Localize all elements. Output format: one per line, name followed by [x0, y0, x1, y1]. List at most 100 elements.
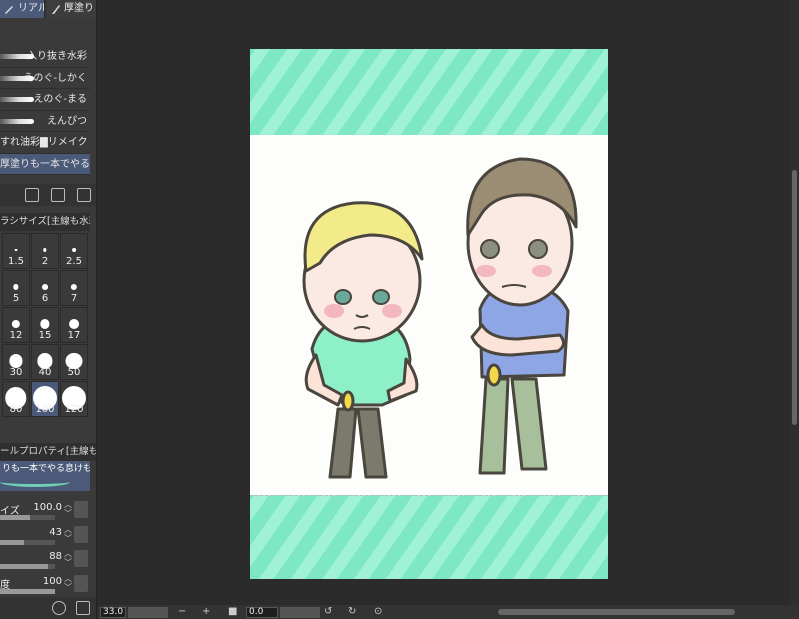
property-value[interactable]: 43 [49, 527, 62, 538]
brush-item[interactable]: 入り抜き水彩 [0, 46, 90, 68]
property-value[interactable]: 100.0 [33, 502, 62, 513]
fit-icon[interactable]: ■ [228, 605, 237, 619]
pressure-settings-button[interactable] [74, 501, 88, 518]
brush-size-label: 1.5 [8, 256, 24, 267]
brush-size-cell[interactable]: 50 [60, 344, 88, 380]
brush-size-label: 15 [38, 330, 52, 341]
wave-shape [0, 477, 70, 487]
artwork-canvas[interactable] [250, 49, 608, 579]
property-slider[interactable] [0, 539, 55, 545]
brush-size-label: 7 [70, 293, 78, 304]
property-slider[interactable] [0, 564, 55, 569]
property-row[interactable]: 88 ︿ ﹀ [0, 549, 90, 573]
brush-tab-bar: リアル 厚塗り [0, 0, 96, 18]
rotate-right-icon[interactable]: ↻ [348, 605, 356, 619]
brush-size-label: 6 [41, 293, 49, 304]
horizontal-scroll-thumb[interactable] [498, 609, 735, 615]
spinner-icon[interactable]: ︿ ﹀ [64, 525, 72, 543]
stroke-preview-box: りも一本でやる息けものプラ [0, 461, 90, 491]
brush-item[interactable]: えのぐ-しかく [0, 68, 90, 89]
trash-icon[interactable] [77, 188, 91, 202]
brush-panel: リアル 厚塗り 入り抜き水彩 えのぐ-しかく えのぐ-まる えんぴつ すれ油彩▇… [0, 0, 97, 619]
canvas-area[interactable] [98, 0, 790, 605]
brush-size-label: 120 [64, 404, 84, 415]
brush-item[interactable]: えんぴつ [0, 111, 90, 132]
reset-rotation-icon[interactable]: ⊙ [374, 605, 382, 619]
tab-label: リアル [18, 3, 44, 14]
zoom-slider[interactable] [128, 607, 168, 618]
brush-size-cell[interactable]: 15 [31, 307, 59, 343]
brush-size-cell[interactable]: 7 [60, 270, 88, 306]
brush-item-selected[interactable]: 厚塗りも一本でやる [0, 153, 90, 175]
property-slider[interactable] [0, 515, 55, 520]
duplicate-icon[interactable] [51, 188, 65, 202]
brush-size-label: 100 [35, 404, 55, 415]
rotation-field[interactable]: 0.0 [246, 607, 278, 618]
tab-label: 厚塗り [64, 3, 94, 14]
pressure-settings-button[interactable] [74, 525, 88, 543]
vertical-scrollbar[interactable] [790, 0, 799, 605]
property-slider[interactable] [0, 588, 55, 594]
spinner-icon[interactable]: ︿ ﹀ [64, 574, 72, 592]
pen-icon [5, 6, 13, 14]
rotation-slider[interactable] [280, 607, 320, 618]
brush-label: 厚塗りも一本でやる [0, 158, 90, 170]
brush-size-cell[interactable]: 100 [31, 381, 59, 417]
brush-size-dot [43, 248, 47, 252]
brush-tools [0, 184, 96, 206]
property-row[interactable]: イズ 100.0 ︿ ﹀ [0, 500, 90, 524]
property-value[interactable]: 88 [49, 551, 62, 562]
brush-size-cell[interactable]: 40 [31, 344, 59, 380]
brush-size-dot [14, 248, 18, 252]
zoom-out-button[interactable]: − [178, 605, 186, 619]
tab-impasto[interactable]: 厚塗り [46, 0, 96, 18]
brush-item[interactable]: えのぐ-まる [0, 89, 90, 111]
brush-size-cell[interactable]: 120 [60, 381, 88, 417]
pressure-settings-button[interactable] [74, 574, 88, 592]
panel-footer [0, 597, 96, 619]
property-row[interactable]: 43 ︿ ﹀ [0, 525, 90, 549]
brush-size-cell[interactable]: 2.5 [60, 233, 88, 269]
brush-size-cell[interactable]: 1.5 [2, 233, 30, 269]
brush-label: 入り抜き水彩 [27, 51, 87, 62]
brush-size-dot [9, 354, 23, 368]
brush-size-dot [72, 248, 76, 252]
stroke-preview [0, 54, 34, 59]
rotate-left-icon[interactable]: ↺ [324, 605, 332, 619]
brush-size-cell[interactable]: 2 [31, 233, 59, 269]
brush-size-cell[interactable]: 30 [2, 344, 30, 380]
preview-text: りも一本でやる息けものプラ [2, 464, 90, 474]
zoom-in-button[interactable]: + [202, 605, 210, 619]
brush-size-dot [13, 284, 19, 290]
spinner-icon[interactable]: ︿ ﹀ [64, 500, 72, 518]
download-icon[interactable] [25, 188, 39, 202]
clock-icon[interactable] [52, 601, 66, 615]
brush-size-label: 80 [9, 404, 23, 415]
property-row[interactable]: 度 100 ︿ ﹀ [0, 574, 90, 598]
brush-size-cell[interactable]: 80 [2, 381, 30, 417]
brush-size-label: 2.5 [66, 256, 82, 267]
pressure-settings-button[interactable] [74, 550, 88, 567]
brush-label: すれ油彩▇リメイク [0, 137, 88, 148]
brush-size-label: 30 [9, 367, 23, 378]
scroll-thumb[interactable] [792, 170, 797, 425]
brush-label: えのぐ-まる [33, 94, 87, 105]
stroke-preview [0, 97, 34, 102]
brush-label: えんぴつ [47, 115, 87, 127]
stroke-preview [0, 75, 34, 81]
wrench-icon[interactable] [76, 601, 90, 615]
brush-size-cell[interactable]: 6 [31, 270, 59, 306]
property-value[interactable]: 100 [43, 576, 62, 587]
brush-size-cell[interactable]: 12 [2, 307, 30, 343]
brush-size-cell[interactable]: 5 [2, 270, 30, 306]
brush-size-dot [40, 319, 50, 329]
brush-size-label: 5 [12, 293, 20, 304]
brush-item[interactable]: すれ油彩▇リメイク [0, 132, 90, 154]
brush-size-title: ラシサイズ[主線も水彩 [0, 213, 90, 231]
brush-size-label: 40 [38, 367, 52, 378]
tab-real[interactable]: リアル [0, 0, 44, 18]
zoom-field[interactable]: 33.0 [100, 607, 126, 618]
app-window: リアル 厚塗り 入り抜き水彩 えのぐ-しかく えのぐ-まる えんぴつ すれ油彩▇… [0, 0, 799, 619]
brush-size-cell[interactable]: 17 [60, 307, 88, 343]
spinner-icon[interactable]: ︿ ﹀ [64, 549, 72, 567]
